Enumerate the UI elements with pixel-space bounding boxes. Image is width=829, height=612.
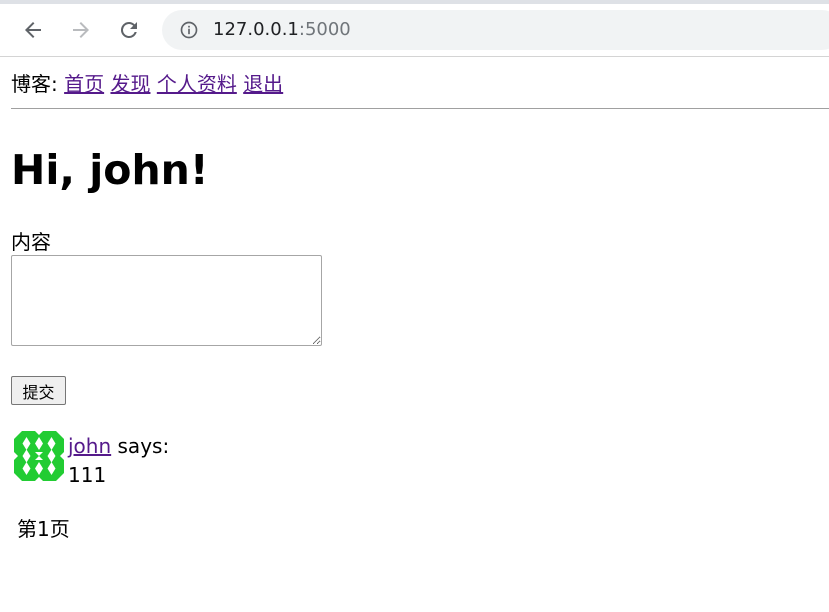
content-label: 内容 (11, 230, 51, 254)
reload-button[interactable] (115, 16, 143, 44)
nav-link-logout[interactable]: 退出 (243, 72, 283, 96)
forward-button[interactable] (67, 16, 95, 44)
reload-icon (120, 21, 137, 38)
url-port: :5000 (298, 19, 351, 40)
info-icon[interactable] (179, 20, 199, 40)
arrow-right-icon (73, 22, 89, 38)
url-host: 127.0.0.1 (213, 19, 299, 40)
content-textarea[interactable] (11, 255, 322, 346)
address-bar[interactable]: 127.0.0.1:5000 (162, 10, 829, 50)
page-content: 博客: 首页 发现 个人资料 退出 Hi, john! 内容 提交 john s… (0, 57, 829, 612)
user-avatar (14, 431, 64, 481)
nav-link-explore[interactable]: 发现 (110, 72, 150, 96)
submit-button[interactable]: 提交 (11, 376, 66, 405)
page-title: Hi, john! (11, 146, 209, 194)
post-header: john says: (68, 433, 169, 459)
arrow-left-icon (25, 22, 41, 38)
post-author-link[interactable]: john (68, 434, 111, 458)
site-nav: 博客: 首页 发现 个人资料 退出 (11, 71, 283, 97)
post-body: 111 (68, 463, 107, 487)
post-says-label: says: (117, 434, 170, 458)
nav-link-home[interactable]: 首页 (64, 72, 104, 96)
back-button[interactable] (19, 16, 47, 44)
nav-link-profile[interactable]: 个人资料 (157, 72, 237, 96)
url-text: 127.0.0.1:5000 (213, 19, 351, 41)
pagination-label: 第1页 (17, 517, 70, 541)
nav-prefix: 博客: (11, 72, 58, 96)
nav-divider (11, 108, 829, 109)
browser-toolbar: 127.0.0.1:5000 (0, 4, 829, 57)
